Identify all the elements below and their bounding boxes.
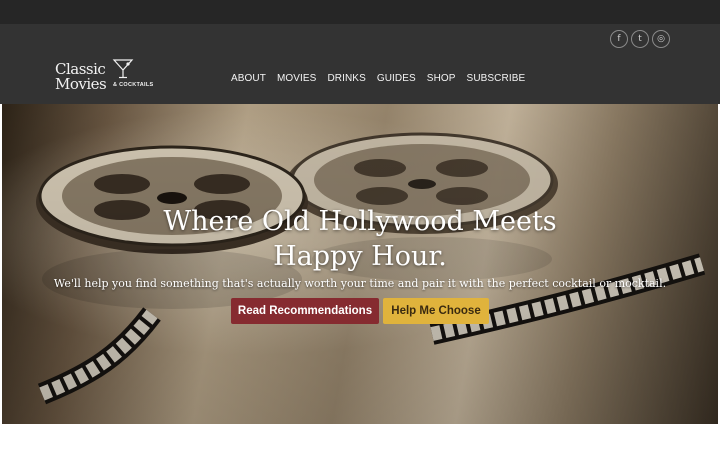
hero-title-line-2: Happy Hour. <box>273 241 447 272</box>
hero-title-line-1: Where Old Hollywood Meets <box>163 206 557 237</box>
nav-guides[interactable]: GUIDES <box>377 73 416 84</box>
hero-section: Where Old Hollywood Meets Happy Hour. We… <box>2 104 718 424</box>
instagram-icon[interactable]: ◎ <box>652 30 670 48</box>
help-me-choose-button[interactable]: Help Me Choose <box>383 298 489 324</box>
nav-subscribe[interactable]: SUBSCRIBE <box>467 73 526 84</box>
martini-glass-icon <box>112 59 134 79</box>
logo-line-2: Movies <box>55 75 107 93</box>
main-nav: ABOUT MOVIES DRINKS GUIDES SHOP SUBSCRIB… <box>231 73 536 84</box>
nav-about[interactable]: ABOUT <box>231 73 266 84</box>
hero-title: Where Old Hollywood Meets Happy Hour. <box>2 204 718 274</box>
logo-tagline: & COCKTAILS <box>113 82 154 88</box>
read-recommendations-button[interactable]: Read Recommendations <box>231 298 379 324</box>
site-logo[interactable]: Classic Movies & COCKTAILS <box>54 58 154 100</box>
twitter-icon[interactable]: t <box>631 30 649 48</box>
hero-subtitle: We'll help you find something that's act… <box>53 277 667 290</box>
facebook-icon[interactable]: f <box>610 30 628 48</box>
nav-drinks[interactable]: DRINKS <box>327 73 365 84</box>
nav-shop[interactable]: SHOP <box>427 73 456 84</box>
nav-movies[interactable]: MOVIES <box>277 73 317 84</box>
below-hero-area <box>0 424 720 450</box>
top-bar <box>0 0 720 24</box>
social-links: f t ◎ <box>610 30 670 48</box>
